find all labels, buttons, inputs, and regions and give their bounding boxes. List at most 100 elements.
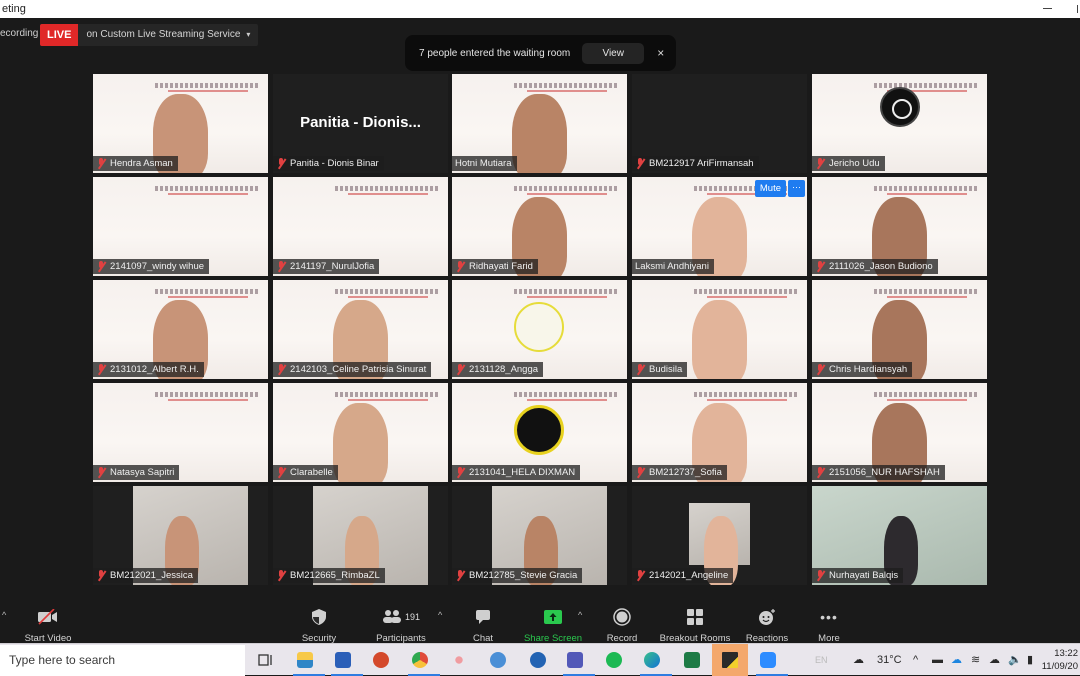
waiting-room-text: 7 people entered the waiting room (419, 47, 571, 59)
participants-caret-icon[interactable]: ^ (438, 610, 442, 620)
participant-tile[interactable]: Mute ··· Laksmi Andhiyani (632, 177, 807, 276)
more-button[interactable]: ••• More (814, 607, 844, 644)
participant-tile[interactable]: 2151056_NUR HAFSHAH (812, 383, 987, 482)
participant-tile[interactable]: 2142103_Celine Patrisia Sinurat (273, 280, 448, 379)
participant-tile[interactable]: 2131128_Angga (452, 280, 627, 379)
view-waiting-room-button[interactable]: View (582, 42, 645, 64)
mic-muted-icon (96, 158, 106, 169)
task-view-icon[interactable] (254, 648, 278, 672)
participant-tile[interactable]: Clarabelle (273, 383, 448, 482)
mic-muted-icon (96, 570, 106, 581)
start-video-button[interactable]: Start Video (22, 607, 74, 644)
share-screen-button[interactable]: Share Screen (522, 607, 584, 644)
participant-tile[interactable]: 2131041_HELA DIXMAN (452, 383, 627, 482)
participant-name-label: 2111026_Jason Budiono (812, 259, 938, 274)
volume-icon[interactable]: 🔈 (1008, 644, 1022, 676)
chat-button[interactable]: Chat (468, 607, 498, 644)
mic-muted-icon (276, 261, 286, 272)
globe-app-icon[interactable] (486, 648, 510, 672)
excel-icon[interactable] (680, 648, 704, 672)
breakout-rooms-button[interactable]: Breakout Rooms (658, 607, 732, 644)
shield-icon (298, 607, 340, 627)
participant-name-label: Clarabelle (273, 465, 338, 480)
minimize-button[interactable] (1043, 8, 1052, 9)
mic-muted-icon (815, 570, 825, 581)
mic-muted-icon (276, 570, 286, 581)
taskbar-search-input[interactable]: Type here to search (0, 645, 245, 676)
close-icon[interactable]: × (657, 46, 664, 60)
weather-icon[interactable]: ☁ (853, 644, 864, 676)
mic-muted-icon (276, 467, 286, 478)
wifi-icon[interactable]: ≋ (971, 644, 980, 676)
share-screen-caret-icon[interactable]: ^ (578, 610, 582, 620)
participant-tile[interactable]: BM212021_Jessica (93, 486, 268, 585)
participant-name: Panitia - Dionis Binar (290, 158, 379, 169)
participant-tile[interactable]: BM212665_RimbaZL (273, 486, 448, 585)
participant-name-label: 2142021_Angeline (632, 568, 734, 583)
weather-temperature[interactable]: 31°C (877, 644, 902, 676)
participant-tile[interactable]: Nurhayati Balqis (812, 486, 987, 585)
microphone-icon[interactable]: ▮ (1027, 644, 1033, 676)
participant-name: 2131012_Albert R.H. (110, 364, 199, 375)
language-indicator[interactable]: EN (815, 644, 828, 676)
participant-name-label: 2151056_NUR HAFSHAH (812, 465, 945, 480)
participant-tile[interactable]: 2141097_windy wihue (93, 177, 268, 276)
participant-tile[interactable]: Budisila (632, 280, 807, 379)
powerpoint-icon[interactable] (369, 648, 393, 672)
live-streaming-control[interactable]: LIVE on Custom Live Streaming Service ▾ (40, 24, 259, 46)
participant-tile[interactable]: Chris Hardiansyah (812, 280, 987, 379)
word-icon[interactable] (331, 648, 363, 676)
participant-name-label: Natasya Sapitri (93, 465, 180, 480)
participant-name: Laksmi Andhiyani (635, 261, 709, 272)
participant-tile[interactable]: Hendra Asman (93, 74, 268, 173)
file-explorer-icon[interactable] (293, 648, 325, 676)
battery-icon[interactable]: ▬ (932, 644, 943, 676)
cloud-icon[interactable]: ☁ (989, 644, 1000, 676)
participant-name-label: BM212737_Sofia (632, 465, 727, 480)
system-clock[interactable]: 13:22 11/09/20 (1042, 647, 1078, 673)
zoom-app-icon[interactable] (756, 648, 788, 676)
participant-tile[interactable]: Hotni Mutiara (452, 74, 627, 173)
mute-participant-button[interactable]: Mute (754, 180, 786, 197)
mic-muted-icon (96, 364, 106, 375)
participant-name: BM212737_Sofia (649, 467, 722, 478)
participant-name-label: Jericho Udu (812, 156, 885, 171)
teams-icon[interactable] (563, 648, 595, 676)
edge-icon[interactable] (640, 648, 672, 676)
reactions-icon (745, 607, 789, 627)
live-badge: LIVE (40, 24, 79, 46)
clock-time: 13:22 (1054, 648, 1078, 659)
chevron-down-icon[interactable]: ▾ (246, 30, 250, 39)
participant-tile[interactable]: Ridhayati Farid (452, 177, 627, 276)
participant-tile[interactable]: Jericho Udu (812, 74, 987, 173)
reactions-button[interactable]: Reactions (745, 607, 789, 644)
window-title-bar: eting (0, 0, 1080, 18)
participant-tile[interactable]: BM212917 AriFirmansah (632, 74, 807, 173)
participant-tile[interactable]: BM212737_Sofia (632, 383, 807, 482)
participant-name: 2142021_Angeline (649, 570, 729, 581)
participant-tile[interactable]: Natasya Sapitri (93, 383, 268, 482)
snipping-tool-icon[interactable] (447, 648, 471, 672)
participant-tile[interactable]: 2141197_NurulJofia (273, 177, 448, 276)
participant-tile[interactable]: 2111026_Jason Budiono (812, 177, 987, 276)
record-button[interactable]: Record (605, 607, 639, 644)
participant-tile[interactable]: Panitia - Dionis... Panitia - Dionis Bina… (273, 74, 448, 173)
participants-button[interactable]: 191 Participants (370, 607, 432, 644)
participant-name-label: BM212665_RimbaZL (273, 568, 385, 583)
participant-tile[interactable]: 2142021_Angeline (632, 486, 807, 585)
video-options-caret-icon[interactable]: ^ (2, 610, 6, 620)
participant-name-label: 2141097_windy wihue (93, 259, 210, 274)
clock-date: 11/09/20 (1041, 661, 1078, 672)
participant-tile[interactable]: BM212785_Stevie Gracia (452, 486, 627, 585)
chrome-icon[interactable] (408, 648, 440, 676)
participant-name-label: 2131041_HELA DIXMAN (452, 465, 581, 480)
participant-more-options-button[interactable]: ··· (788, 180, 805, 197)
sticky-notes-icon[interactable] (712, 644, 748, 676)
show-hidden-icons-icon[interactable]: ^ (913, 644, 918, 676)
spotify-icon[interactable] (602, 648, 626, 672)
onedrive-icon[interactable]: ☁ (951, 644, 962, 676)
pls-app-icon[interactable] (526, 648, 550, 672)
security-button[interactable]: Security (298, 607, 340, 644)
participant-tile[interactable]: 2131012_Albert R.H. (93, 280, 268, 379)
live-service-dropdown[interactable]: on Custom Live Streaming Service ▾ (78, 24, 258, 46)
